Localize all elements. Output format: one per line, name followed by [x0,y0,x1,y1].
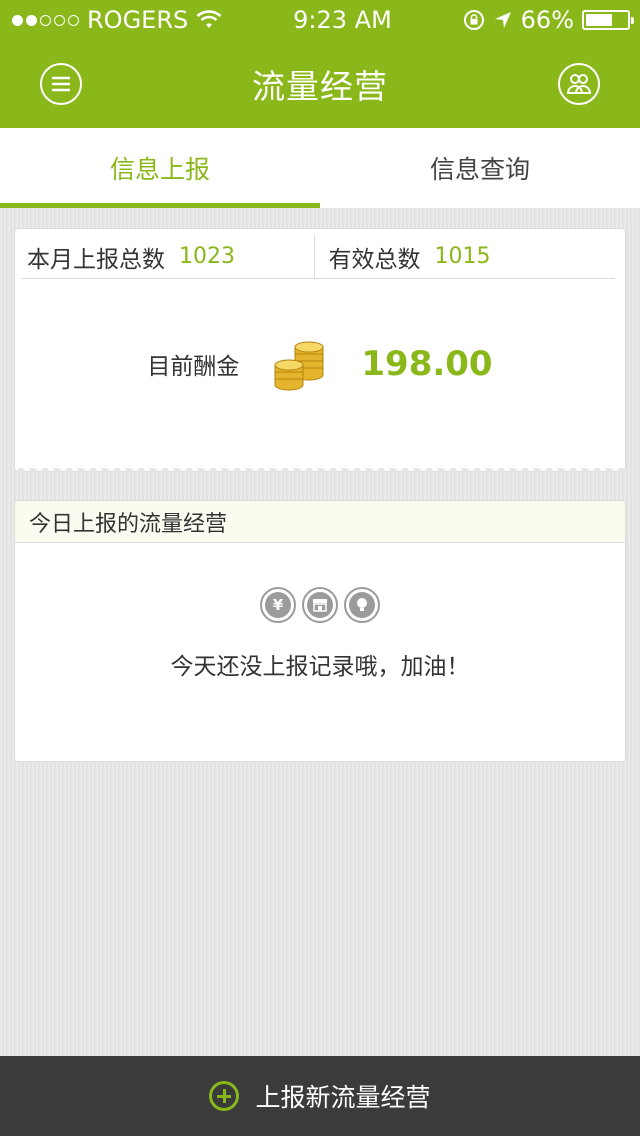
menu-button[interactable] [40,63,82,105]
carrier-name: ROGERS [87,6,189,34]
signal-strength-icon [12,14,79,26]
plus-circle-icon [209,1081,240,1111]
status-bar: ROGERS 9:23 AM 66% [0,0,640,40]
yuan-icon: ¥ [260,587,296,623]
lightbulb-icon [344,587,380,623]
add-report-label: 上报新流量经营 [255,1083,431,1112]
monthly-total-value: 1023 [179,244,235,269]
summary-stats-row: 本月上报总数 1023 有效总数 1015 [21,235,615,279]
rotation-lock-icon [463,10,484,30]
empty-message: 今天还没上报记录哦，加油！ [170,654,470,680]
valid-total-label: 有效总数 [328,246,421,273]
valid-total-value: 1015 [434,244,491,269]
battery-icon [582,10,634,30]
tab-report[interactable]: 信息上报 [0,128,320,208]
user-group-icon [566,74,592,94]
menu-icon [52,76,70,92]
today-card-title: 今日上报的流量经营 [15,501,625,543]
scallop-edge [15,464,625,472]
tab-bar: 信息上报 信息查询 [0,128,640,208]
today-card: 今日上报的流量经营 ¥ 今天还没上报记录哦，加油！ [14,500,626,762]
page-title: 流量经营 [252,67,388,106]
summary-card: 本月上报总数 1023 有效总数 1015 目前酬金 198.00 [14,228,626,472]
coins-icon [274,341,324,391]
wifi-icon [196,10,222,28]
profile-button[interactable] [558,63,600,105]
reward-label: 目前酬金 [147,354,240,380]
location-icon [494,12,511,28]
battery-percent: 66% [520,6,574,34]
monthly-total-label: 本月上报总数 [27,246,165,273]
valid-total: 有效总数 1015 [313,235,616,278]
clock: 9:23 AM [293,6,392,34]
empty-state-icons: ¥ [15,587,625,623]
reward-amount: 198.00 [361,344,493,384]
monthly-total: 本月上报总数 1023 [21,235,314,278]
tab-query[interactable]: 信息查询 [320,128,640,208]
top-bar: ROGERS 9:23 AM 66% 流量经营 [0,0,640,128]
app-header: 流量经营 [0,40,640,128]
add-report-button[interactable]: 上报新流量经营 [0,1056,640,1136]
shop-icon [302,587,338,623]
reward-row: 目前酬金 198.00 [15,337,625,391]
